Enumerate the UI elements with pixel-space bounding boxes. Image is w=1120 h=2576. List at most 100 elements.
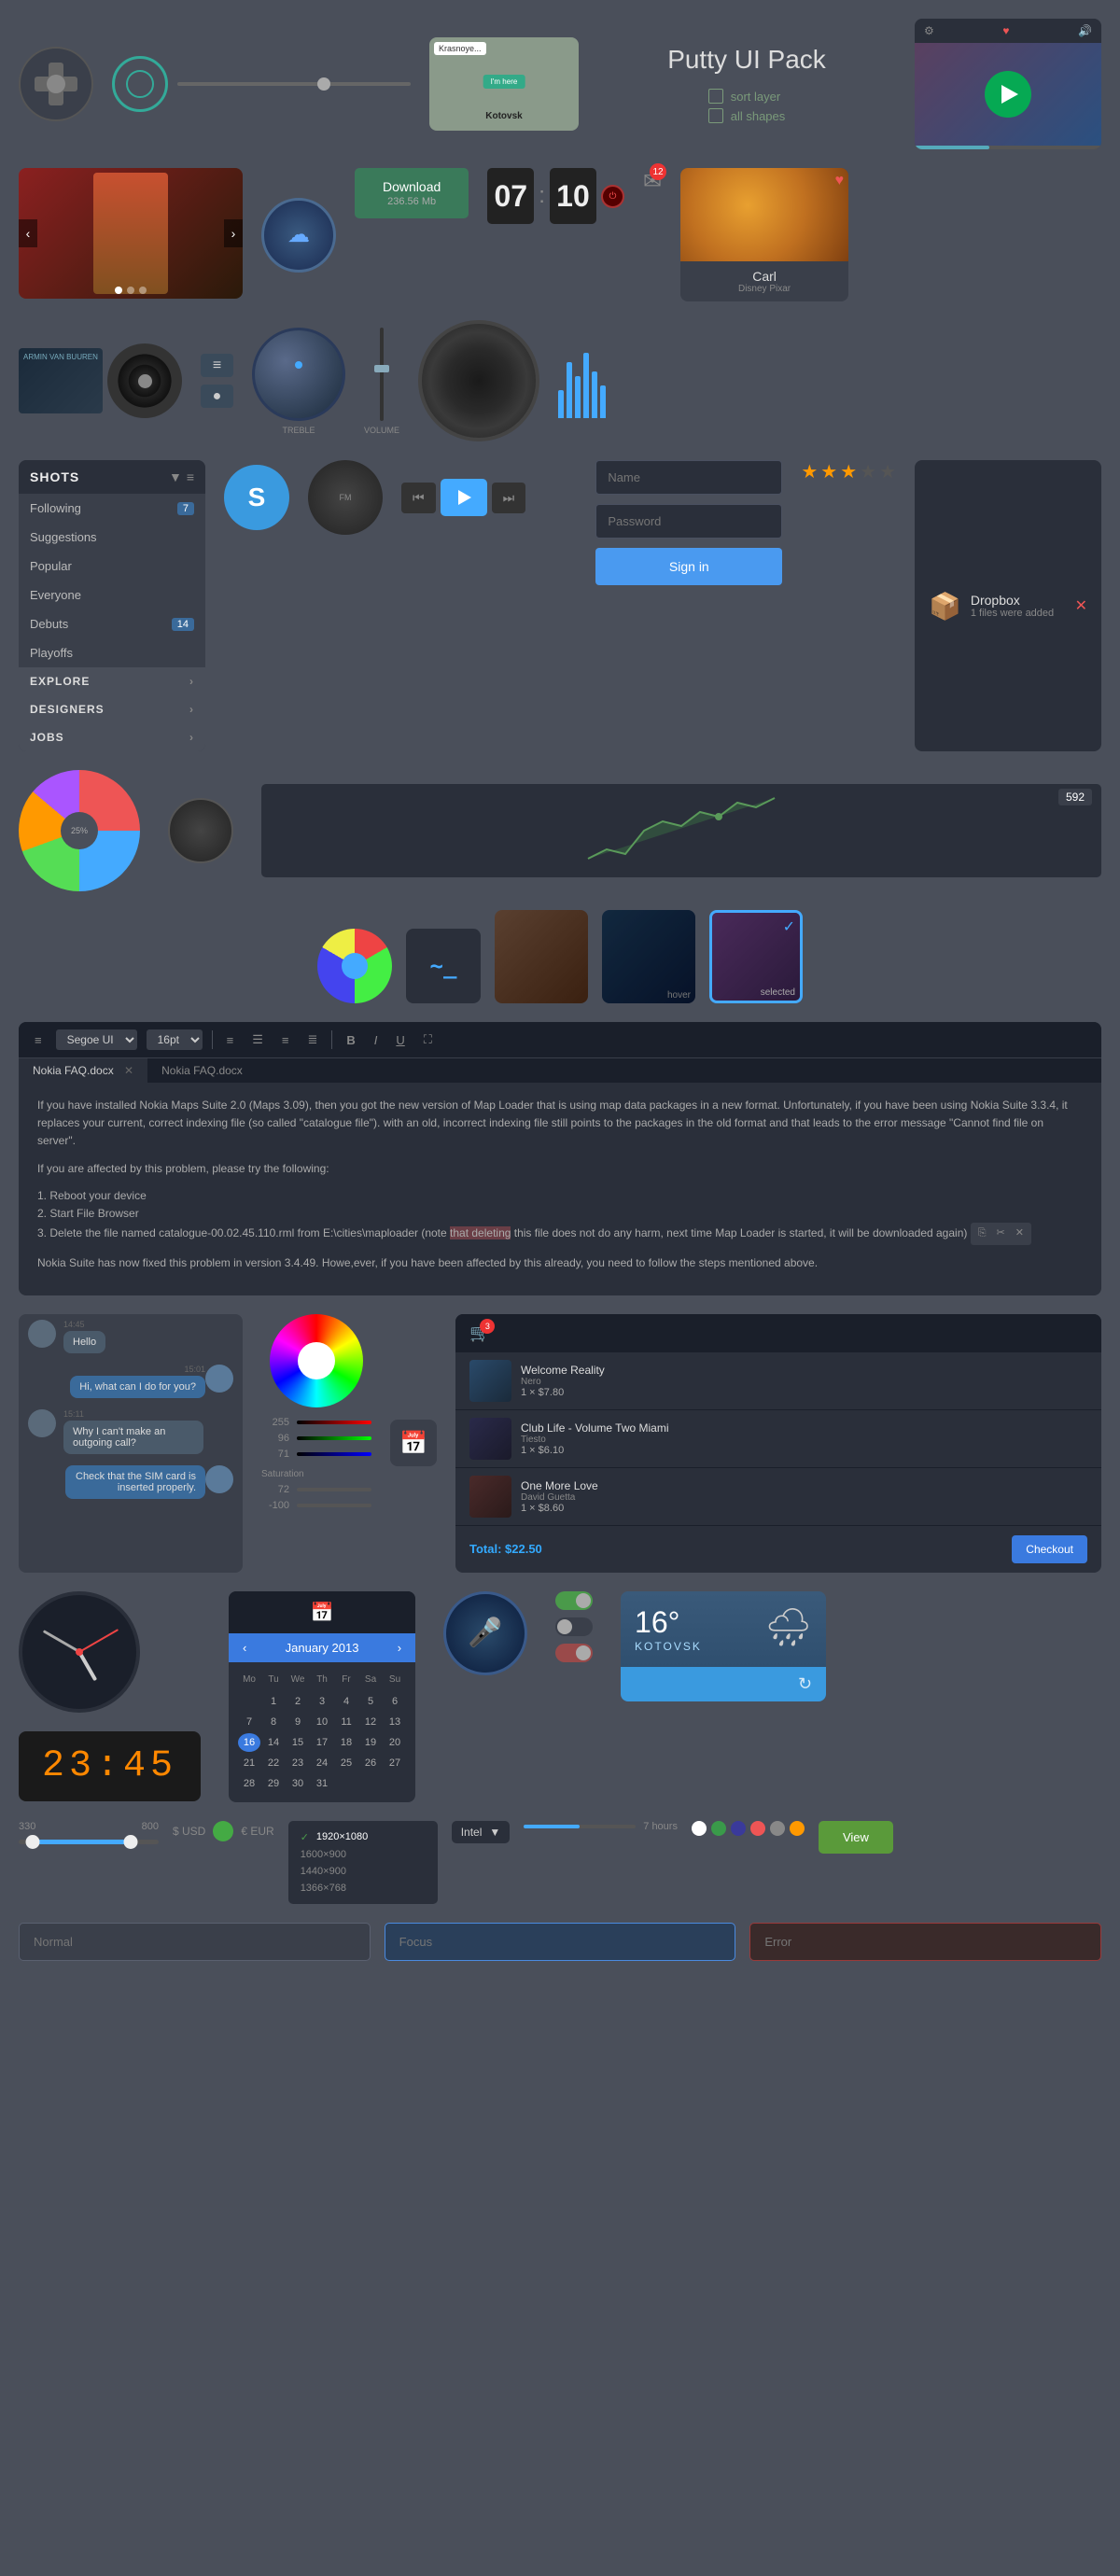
res-option-1440[interactable]: 1440×900 xyxy=(296,1863,430,1880)
view-button[interactable]: View xyxy=(819,1821,893,1854)
blue-slider[interactable] xyxy=(297,1452,371,1456)
focus-input[interactable] xyxy=(385,1923,736,1961)
star-1[interactable]: ★ xyxy=(801,460,818,483)
align-left-icon[interactable]: ≡ xyxy=(222,1031,239,1049)
cal-day-today[interactable]: 16 xyxy=(238,1733,260,1752)
cal-day-11[interactable]: 11 xyxy=(335,1713,357,1731)
align-right-icon[interactable]: ≡ xyxy=(277,1031,294,1049)
flip-power-button[interactable]: ⏻ xyxy=(601,185,624,208)
cal-day-8[interactable]: 8 xyxy=(262,1713,285,1731)
align-center-icon[interactable]: ☰ xyxy=(247,1030,268,1049)
star-3[interactable]: ★ xyxy=(840,460,857,483)
banner-next-button[interactable]: › xyxy=(224,219,243,247)
cal-day-27[interactable]: 27 xyxy=(384,1754,406,1772)
color-wheel[interactable] xyxy=(270,1314,363,1407)
color-dot-white[interactable] xyxy=(692,1821,707,1836)
cal-day-29[interactable]: 29 xyxy=(262,1774,285,1793)
range-thumb-left[interactable] xyxy=(26,1835,40,1849)
bold-icon[interactable]: B xyxy=(342,1031,359,1049)
cal-day-26[interactable]: 26 xyxy=(359,1754,382,1772)
normal-input[interactable] xyxy=(19,1923,371,1961)
tab1-close-button[interactable]: ✕ xyxy=(124,1064,133,1077)
toggle-3[interactable] xyxy=(555,1644,593,1662)
prev-button[interactable]: ⏮ xyxy=(401,483,436,513)
sort-layer[interactable]: sort layer xyxy=(708,89,786,104)
sidebar-menu-icon[interactable]: ≡ xyxy=(187,469,194,484)
sidebar-item-suggestions[interactable]: Suggestions xyxy=(19,523,205,552)
currency-toggle-button[interactable] xyxy=(213,1821,233,1841)
download-button[interactable]: Download 236.56 Mb xyxy=(355,168,469,218)
dot-2[interactable] xyxy=(127,287,134,294)
cal-day-20[interactable]: 20 xyxy=(384,1733,406,1752)
cal-day-2[interactable]: 2 xyxy=(287,1692,309,1711)
cal-day-5[interactable]: 5 xyxy=(359,1692,382,1711)
toolbar-menu-icon[interactable]: ≡ xyxy=(30,1031,47,1049)
next-button[interactable]: ⏭ xyxy=(492,483,526,513)
main-slider[interactable] xyxy=(177,82,411,86)
res-option-1600[interactable]: 1600×900 xyxy=(296,1846,430,1863)
toggle-2[interactable] xyxy=(555,1617,593,1636)
cal-day-10[interactable]: 10 xyxy=(311,1713,333,1731)
copy-btn[interactable]: ⎘ xyxy=(975,1225,989,1242)
cal-day-19[interactable]: 19 xyxy=(359,1733,382,1752)
ctrl-btn-1[interactable]: ≡ xyxy=(201,354,233,377)
cal-day-9[interactable]: 9 xyxy=(287,1713,309,1731)
color-dot-blue[interactable] xyxy=(731,1821,746,1836)
eq-knob[interactable] xyxy=(168,798,233,863)
sidebar-filter-icon[interactable]: ▼ xyxy=(169,469,182,484)
align-justify-icon[interactable]: ≣ xyxy=(302,1030,322,1049)
cal-day-21[interactable]: 21 xyxy=(238,1754,260,1772)
editor-tab-2[interactable]: Nokia FAQ.docx xyxy=(147,1058,257,1083)
color-dot-red[interactable] xyxy=(750,1821,765,1836)
fader-handle[interactable] xyxy=(374,365,389,372)
cal-day-14[interactable]: 14 xyxy=(262,1733,285,1752)
green-slider[interactable] xyxy=(297,1436,371,1440)
cal-day-31[interactable]: 31 xyxy=(311,1774,333,1793)
close-menu-btn[interactable]: ✕ xyxy=(1013,1225,1027,1242)
cal-day-18[interactable]: 18 xyxy=(335,1733,357,1752)
range-track[interactable] xyxy=(19,1840,159,1844)
cal-day-1[interactable]: 1 xyxy=(262,1692,285,1711)
res-option-1920[interactable]: ✓ 1920×1080 xyxy=(296,1828,430,1846)
cal-day-25[interactable]: 25 xyxy=(335,1754,357,1772)
sidebar-item-everyone[interactable]: Everyone xyxy=(19,581,205,609)
cal-day-12[interactable]: 12 xyxy=(359,1713,382,1731)
cal-day-prev-1[interactable] xyxy=(238,1692,260,1711)
star-4[interactable]: ★ xyxy=(860,460,876,483)
microphone-widget[interactable]: 🎤 xyxy=(443,1591,527,1675)
gpu-select[interactable]: Intel ▼ xyxy=(452,1821,511,1843)
image-card-2-hover[interactable]: hover xyxy=(602,910,695,1003)
cal-day-30[interactable]: 30 xyxy=(287,1774,309,1793)
cal-day-4[interactable]: 4 xyxy=(335,1692,357,1711)
editor-content[interactable]: If you have installed Nokia Maps Suite 2… xyxy=(19,1083,1101,1295)
weather-refresh-button[interactable]: ↻ xyxy=(798,1674,812,1694)
sidebar-section-explore[interactable]: EXPLORE › xyxy=(19,667,205,695)
banner-prev-button[interactable]: ‹ xyxy=(19,219,37,247)
italic-icon[interactable]: I xyxy=(370,1031,383,1049)
cal-day-24[interactable]: 24 xyxy=(311,1754,333,1772)
sidebar-item-following[interactable]: Following 7 xyxy=(19,494,205,523)
carl-heart-icon[interactable]: ♥ xyxy=(835,173,845,189)
media-progress-bar[interactable] xyxy=(915,146,1101,149)
cal-day-17[interactable]: 17 xyxy=(311,1733,333,1752)
treble-knob[interactable] xyxy=(252,328,345,421)
heart-icon[interactable]: ♥ xyxy=(1002,24,1009,37)
sidebar-item-playoffs[interactable]: Playoffs xyxy=(19,638,205,667)
name-input[interactable] xyxy=(595,460,782,495)
brightness-slider[interactable] xyxy=(297,1504,371,1507)
sidebar-item-popular[interactable]: Popular xyxy=(19,552,205,581)
cal-day-15[interactable]: 15 xyxy=(287,1733,309,1752)
cloud-upload-widget[interactable]: ☁ xyxy=(261,198,336,273)
dot-3[interactable] xyxy=(139,287,147,294)
res-option-1366[interactable]: 1366×768 xyxy=(296,1880,430,1897)
fm-dial[interactable]: FM xyxy=(308,460,383,535)
cal-prev-button[interactable]: ‹ xyxy=(243,1641,246,1655)
fullscreen-icon[interactable]: ⛶ xyxy=(419,1030,437,1049)
image-card-3-selected[interactable]: ✓ selected xyxy=(709,910,803,1003)
sidebar-item-debuts[interactable]: Debuts 14 xyxy=(19,609,205,638)
checkout-button[interactable]: Checkout xyxy=(1012,1535,1087,1563)
toggle-1[interactable] xyxy=(555,1591,593,1610)
cal-day-3[interactable]: 3 xyxy=(311,1692,333,1711)
slider-thumb[interactable] xyxy=(317,77,330,91)
cal-next-button[interactable]: › xyxy=(398,1641,401,1655)
